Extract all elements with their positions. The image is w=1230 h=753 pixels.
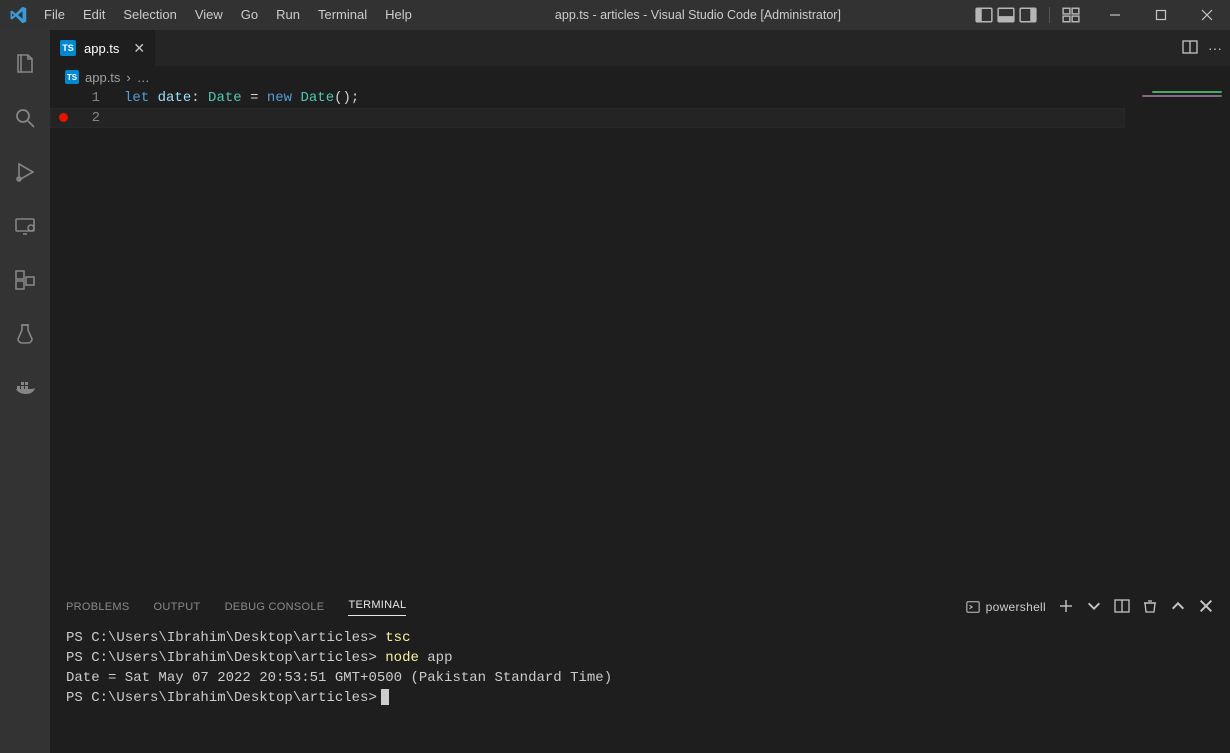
activity-docker-icon[interactable] <box>1 364 49 412</box>
close-button[interactable] <box>1184 0 1230 30</box>
panel-tab-terminal[interactable]: TERMINAL <box>348 599 406 616</box>
panel-actions: powershell <box>966 598 1214 617</box>
menu-run[interactable]: Run <box>267 0 309 30</box>
gutter: 1 2 <box>50 88 120 589</box>
maximize-panel-icon[interactable] <box>1170 598 1186 617</box>
close-panel-icon[interactable] <box>1198 598 1214 617</box>
shell-name: powershell <box>986 600 1046 614</box>
menu-file[interactable]: File <box>35 0 74 30</box>
menu-edit[interactable]: Edit <box>74 0 114 30</box>
kill-terminal-icon[interactable] <box>1142 598 1158 617</box>
editor-area: TS app.ts ✕ ··· TS app.ts › … 1 2 let da… <box>50 30 1230 753</box>
breadcrumb[interactable]: TS app.ts › … <box>50 66 1230 88</box>
breadcrumb-filename: app.ts <box>85 70 120 85</box>
maximize-button[interactable] <box>1138 0 1184 30</box>
terminal-split-dropdown-icon[interactable] <box>1086 598 1102 617</box>
layout-sidebar-left-icon[interactable] <box>975 6 993 24</box>
panel-tab-output[interactable]: OUTPUT <box>154 601 201 613</box>
activity-testing-icon[interactable] <box>1 310 49 358</box>
editor-tabs: TS app.ts ✕ ··· <box>50 30 1230 66</box>
activity-extensions-icon[interactable] <box>1 256 49 304</box>
terminal-line: PS C:\Users\Ibrahim\Desktop\articles> <box>66 688 1214 708</box>
window-controls <box>1092 0 1230 30</box>
customize-layout-icon[interactable] <box>1062 6 1080 24</box>
split-editor-icon[interactable] <box>1182 39 1198 58</box>
activity-run-debug-icon[interactable] <box>1 148 49 196</box>
bottom-panel: PROBLEMS OUTPUT DEBUG CONSOLE TERMINAL p… <box>50 589 1230 753</box>
terminal-cursor <box>381 689 389 705</box>
minimap[interactable] <box>1135 88 1230 589</box>
activity-explorer-icon[interactable] <box>1 40 49 88</box>
panel-tab-debug-console[interactable]: DEBUG CONSOLE <box>225 601 325 613</box>
panel-tabs: PROBLEMS OUTPUT DEBUG CONSOLE TERMINAL p… <box>50 590 1230 624</box>
app-menu: File Edit Selection View Go Run Terminal… <box>35 0 421 30</box>
menu-terminal[interactable]: Terminal <box>309 0 376 30</box>
line-number: 2 <box>50 108 100 128</box>
typescript-file-icon: TS <box>65 70 79 84</box>
new-terminal-icon[interactable] <box>1058 598 1074 617</box>
tab-filename: app.ts <box>84 41 119 56</box>
terminal-output[interactable]: PS C:\Users\Ibrahim\Desktop\articles> ts… <box>50 624 1230 753</box>
typescript-file-icon: TS <box>60 40 76 56</box>
breakpoint-icon[interactable] <box>59 113 68 122</box>
terminal-line: PS C:\Users\Ibrahim\Desktop\articles> no… <box>66 648 1214 668</box>
line-number: 1 <box>50 88 100 108</box>
panel-tab-problems[interactable]: PROBLEMS <box>66 601 130 613</box>
titlebar-right <box>975 0 1230 30</box>
more-actions-icon[interactable]: ··· <box>1208 40 1222 56</box>
menu-selection[interactable]: Selection <box>114 0 185 30</box>
tab-close-icon[interactable]: ✕ <box>133 40 145 57</box>
window-title: app.ts - articles - Visual Studio Code [… <box>421 8 975 22</box>
activity-bar <box>0 30 50 753</box>
separator <box>1049 7 1050 23</box>
menu-go[interactable]: Go <box>232 0 267 30</box>
layout-panel-bottom-icon[interactable] <box>997 6 1015 24</box>
code-content[interactable]: let date: Date = new Date(); console.log… <box>120 88 1230 589</box>
editor-tab-actions: ··· <box>1182 30 1230 66</box>
menu-help[interactable]: Help <box>376 0 421 30</box>
terminal-line: Date = Sat May 07 2022 20:53:51 GMT+0500… <box>66 668 1214 688</box>
breadcrumb-separator: › <box>126 70 130 85</box>
title-bar: File Edit Selection View Go Run Terminal… <box>0 0 1230 30</box>
code-editor[interactable]: 1 2 let date: Date = new Date(); console… <box>50 88 1230 589</box>
layout-sidebar-right-icon[interactable] <box>1019 6 1037 24</box>
terminal-shell-selector[interactable]: powershell <box>966 600 1046 614</box>
code-line: let date: Date = new Date(); <box>120 88 1230 108</box>
split-terminal-icon[interactable] <box>1114 598 1130 617</box>
code-line: console.log("Date = " + date); //Date <box>120 108 1230 128</box>
menu-view[interactable]: View <box>186 0 232 30</box>
tab-app-ts[interactable]: TS app.ts ✕ <box>50 30 156 66</box>
editor-layout-controls <box>975 6 1080 24</box>
minimize-button[interactable] <box>1092 0 1138 30</box>
terminal-line: PS C:\Users\Ibrahim\Desktop\articles> ts… <box>66 628 1214 648</box>
breadcrumb-more: … <box>137 70 150 85</box>
vscode-logo-icon <box>0 6 35 24</box>
activity-search-icon[interactable] <box>1 94 49 142</box>
activity-remote-explorer-icon[interactable] <box>1 202 49 250</box>
